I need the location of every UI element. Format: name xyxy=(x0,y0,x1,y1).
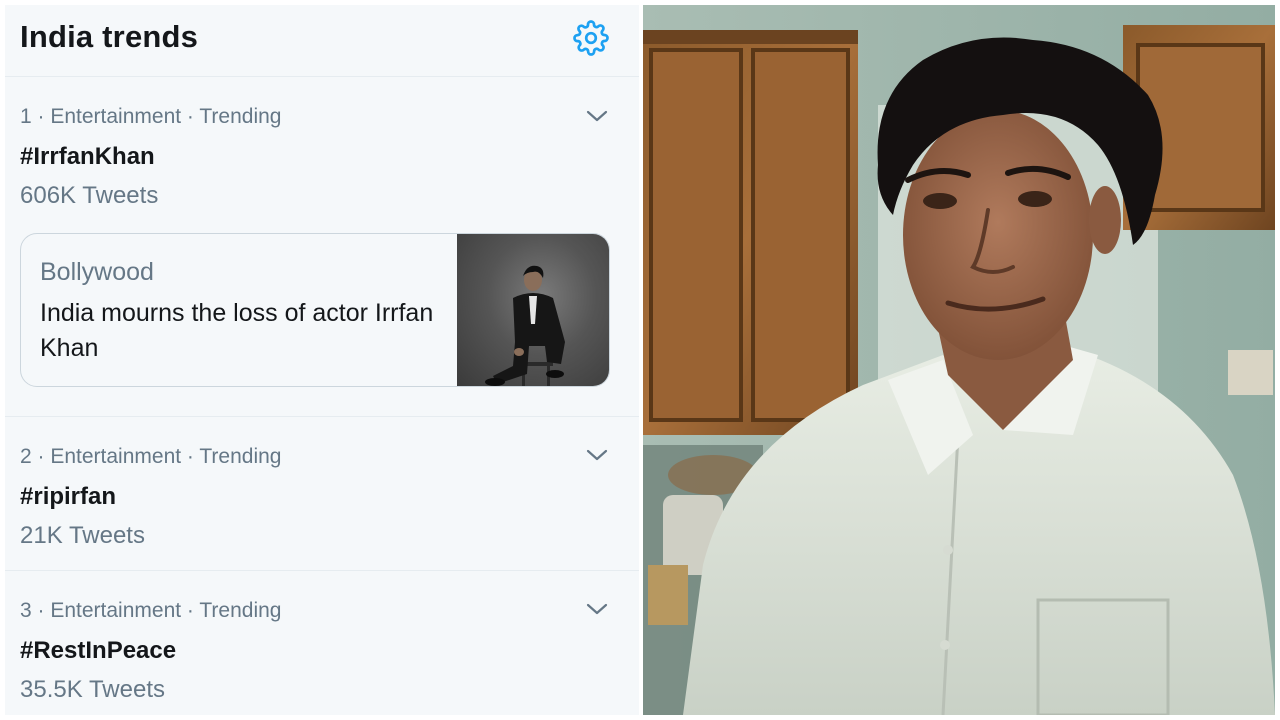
trend-menu-button[interactable] xyxy=(583,104,611,128)
trends-header: India trends xyxy=(5,5,639,77)
trend-meta: 3 · Entertainment · Trending xyxy=(20,599,282,622)
settings-button[interactable] xyxy=(571,18,611,58)
trend-item[interactable]: 3 · Entertainment · Trending #RestInPeac… xyxy=(5,571,639,715)
person-silhouette xyxy=(485,265,565,386)
gear-icon xyxy=(573,20,609,56)
actor-photo xyxy=(643,5,1275,715)
trend-meta: 1 · Entertainment · Trending xyxy=(20,105,282,128)
trend-name[interactable]: #IrrfanKhan xyxy=(20,143,155,171)
trend-tweet-count: 21K Tweets xyxy=(20,522,145,549)
trend-tweet-count: 606K Tweets xyxy=(20,182,159,209)
panel-title: India trends xyxy=(20,19,199,54)
trend-name[interactable]: #ripirfan xyxy=(20,483,116,511)
card-headline: India mourns the loss of actor Irrfan Kh… xyxy=(40,299,434,362)
chevron-down-icon xyxy=(586,603,608,615)
news-card[interactable]: Bollywood India mourns the loss of actor… xyxy=(20,233,610,387)
trend-meta: 2 · Entertainment · Trending xyxy=(20,445,282,468)
trend-item[interactable]: 2 · Entertainment · Trending #ripirfan 2… xyxy=(5,417,639,571)
card-category: Bollywood xyxy=(40,258,154,286)
kitchen-scene xyxy=(643,5,1275,715)
trend-tweet-count: 35.5K Tweets xyxy=(20,676,165,703)
trend-item[interactable]: 1 · Entertainment · Trending #IrrfanKhan… xyxy=(5,78,639,417)
trends-panel: India trends 1 · Entertainment · Trendin… xyxy=(5,5,639,715)
chevron-down-icon xyxy=(586,110,608,122)
chevron-down-icon xyxy=(586,449,608,461)
card-thumbnail xyxy=(457,234,609,386)
trend-menu-button[interactable] xyxy=(583,597,611,621)
trend-name[interactable]: #RestInPeace xyxy=(20,637,176,665)
trend-menu-button[interactable] xyxy=(583,443,611,467)
